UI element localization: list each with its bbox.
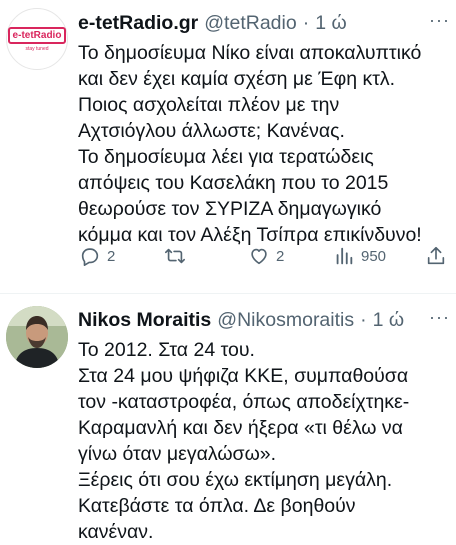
tweet-line: Κατεβάστε τα όπλα. Δε βοηθούν <box>78 495 356 517</box>
heart-icon <box>251 248 267 265</box>
tweet-divider <box>0 293 456 294</box>
share-button[interactable] <box>425 245 447 267</box>
tweet-line: Αχτσιόγλου άλλωστε; Κανένας. <box>78 120 345 142</box>
timestamp[interactable]: 1 ώ <box>315 10 347 36</box>
retweet-button[interactable] <box>164 245 192 267</box>
retweet-icon <box>165 248 185 264</box>
logo-text: e-tetRadio <box>7 26 67 44</box>
tweet-line: απόψεις του Κασελάκη που το 2015 <box>78 172 389 194</box>
share-icon <box>427 246 445 265</box>
logo-tagline: stay tuned <box>25 45 49 52</box>
more-icon[interactable]: ··· <box>429 307 450 328</box>
tweet-line: και δεν έχει καμία σχέση με Έφη κτλ. <box>78 68 396 90</box>
more-icon[interactable]: ··· <box>429 10 450 31</box>
tweet-text: Το δημοσίευμα Νίκο είναι αποκαλυπτικό κα… <box>78 40 450 248</box>
like-count: 2 <box>276 247 285 265</box>
person-photo-icon <box>6 306 68 368</box>
tweet-line: Το 2012. Στα 24 του. <box>78 339 255 361</box>
tweet-line: Καραμανλή και δεν ήξερα «τι θέλω να <box>78 417 403 439</box>
avatar[interactable]: e-tetRadio stay tuned <box>6 8 68 70</box>
tweet-header: Nikos Moraitis @Nikosmoraitis · 1 ώ <box>78 307 450 333</box>
tweet-line: θεωρούσε τον ΣΥΡΙΖΑ δημαγωγικό <box>78 198 382 220</box>
tweet-text: Το 2012. Στα 24 του. Στα 24 μου ψήφιζα Κ… <box>78 337 450 545</box>
etetradio-logo: e-tetRadio stay tuned <box>6 8 68 70</box>
avatar[interactable] <box>6 306 68 368</box>
tweet-line: κανέναν. <box>78 521 154 543</box>
display-name[interactable]: Nikos Moraitis <box>78 307 211 333</box>
tweet-line: τον -καταστροφέα, όπως αποδείχτηκε- <box>78 391 410 413</box>
reply-button[interactable]: 2 <box>79 245 115 267</box>
display-name[interactable]: e-tetRadio.gr <box>78 10 198 36</box>
tweet-line: Στα 24 μου ψήφιζα ΚΚΕ, συμπαθούσα <box>78 365 409 387</box>
dot-separator: · <box>360 309 367 331</box>
views-count: 950 <box>361 247 387 265</box>
dot-separator: · <box>302 12 310 34</box>
reply-icon <box>81 248 99 266</box>
handle[interactable]: @Nikosmoraitis <box>217 307 354 333</box>
tweet-line: Ποιος ασχολείται πλέον με την <box>78 94 340 116</box>
tweet-line: Το δημοσίευμα Νίκο είναι αποκαλυπτικό <box>78 42 422 64</box>
handle[interactable]: @tetRadio <box>204 10 296 36</box>
timestamp[interactable]: 1 ώ <box>373 307 405 333</box>
tweet-header: e-tetRadio.gr @tetRadio · 1 ώ <box>78 10 450 36</box>
like-button[interactable]: 2 <box>248 245 284 267</box>
tweet-line: Το δημοσίευμα λέει για τερατώδεις <box>78 146 374 168</box>
tweet-line: γίνω όταν μεγαλώσω». <box>78 443 277 465</box>
views-button[interactable]: 950 <box>333 245 386 267</box>
views-icon <box>336 247 353 265</box>
reply-count: 2 <box>107 247 116 265</box>
profile-photo <box>6 306 68 368</box>
tweet-line: Ξέρεις ότι σου έχω εκτίμηση μεγάλη. <box>78 469 393 491</box>
